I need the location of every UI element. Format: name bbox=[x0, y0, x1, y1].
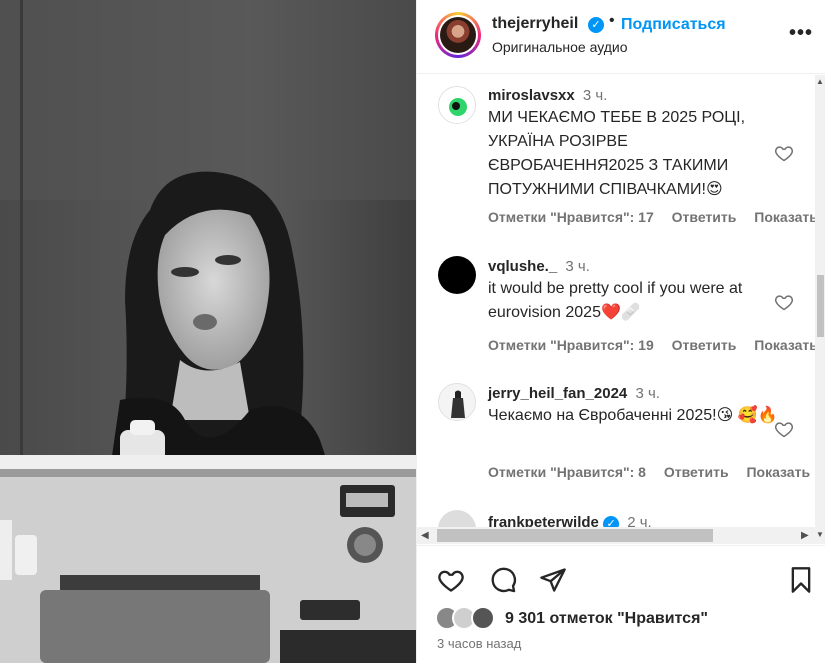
verified-badge-icon: ✓ bbox=[603, 516, 620, 527]
likes-count[interactable]: 9 301 отметок "Нравится" bbox=[505, 610, 708, 628]
follow-button[interactable]: Подписаться bbox=[621, 16, 726, 34]
comment-likes-count[interactable]: Отметки "Нравится": 8 bbox=[488, 464, 646, 480]
comment-time[interactable]: 3 ч. bbox=[583, 87, 608, 104]
comment-time[interactable]: 3 ч. bbox=[565, 258, 590, 275]
comment-username[interactable]: miroslavsxx bbox=[488, 87, 575, 104]
horizontal-scrollbar[interactable]: ◀ ▶ bbox=[417, 527, 815, 544]
post-header: thejerryheil ✓ • Подписаться Оригинально… bbox=[417, 0, 825, 74]
comment-icon[interactable] bbox=[489, 566, 517, 594]
post-footer: 9 301 отметок "Нравится" 3 часов назад bbox=[417, 545, 825, 663]
comment-username[interactable]: jerry_heil_fan_2024 bbox=[488, 385, 627, 402]
comment-time[interactable]: 3 ч. bbox=[635, 385, 660, 402]
show-translation-button[interactable]: Показать bbox=[754, 209, 815, 225]
scroll-down-arrow-icon[interactable]: ▼ bbox=[816, 530, 824, 539]
bookmark-icon[interactable] bbox=[787, 566, 815, 594]
verified-badge-icon: ✓ bbox=[588, 17, 604, 33]
reply-button[interactable]: Ответить bbox=[672, 337, 737, 353]
comment-time[interactable]: 2 ч. bbox=[627, 514, 652, 527]
reply-button[interactable]: Ответить bbox=[672, 209, 737, 225]
likes-row[interactable]: 9 301 отметок "Нравится" bbox=[435, 604, 815, 632]
avatar-picture bbox=[439, 87, 475, 123]
vertical-scrollbar[interactable]: ▲ ▼ bbox=[815, 75, 825, 544]
comment-likes-count[interactable]: Отметки "Нравится": 19 bbox=[488, 337, 654, 353]
scroll-up-arrow-icon[interactable]: ▲ bbox=[816, 77, 824, 86]
comment-item: vqlushe._ 3 ч. it would be pretty cool i… bbox=[417, 253, 815, 363]
comment-avatar[interactable] bbox=[438, 510, 476, 527]
post-timestamp[interactable]: 3 часов назад bbox=[437, 636, 521, 651]
post-photo[interactable] bbox=[0, 0, 416, 663]
audio-label[interactable]: Оригинальное аудио bbox=[492, 39, 628, 55]
liker-avatar bbox=[471, 606, 495, 630]
reply-button[interactable]: Ответить bbox=[664, 464, 729, 480]
paper-plane-icon[interactable] bbox=[539, 566, 567, 594]
comment-text: Чекаємо на Євробаченні 2025!😘 🥰🔥 bbox=[488, 407, 778, 424]
comment-actions: Отметки "Нравится": 8 Ответить Показать bbox=[488, 464, 815, 480]
show-translation-button[interactable]: Показать bbox=[746, 464, 810, 480]
comment-avatar[interactable] bbox=[438, 256, 476, 294]
comment-username[interactable]: vqlushe._ bbox=[488, 258, 557, 275]
separator-dot: • bbox=[609, 12, 615, 29]
comment-likes-count[interactable]: Отметки "Нравится": 17 bbox=[488, 209, 654, 225]
scrollbar-thumb[interactable] bbox=[437, 529, 713, 542]
like-comment-heart-icon[interactable] bbox=[774, 143, 794, 163]
scroll-left-arrow-icon[interactable]: ◀ bbox=[421, 530, 429, 541]
comment-item: miroslavsxx 3 ч. МИ ЧЕКАЄМО ТЕБЕ В 2025 … bbox=[417, 75, 815, 245]
comment-avatar[interactable] bbox=[438, 383, 476, 421]
comments-list[interactable]: miroslavsxx 3 ч. МИ ЧЕКАЄМО ТЕБЕ В 2025 … bbox=[417, 75, 815, 527]
heart-icon[interactable] bbox=[437, 566, 465, 594]
scroll-right-arrow-icon[interactable]: ▶ bbox=[801, 530, 809, 541]
like-comment-heart-icon[interactable] bbox=[774, 292, 794, 312]
comment-avatar[interactable] bbox=[438, 86, 476, 124]
show-translation-button[interactable]: Показать bbox=[754, 337, 815, 353]
avatar-picture bbox=[439, 384, 475, 420]
more-options-icon[interactable]: ••• bbox=[789, 22, 813, 45]
comment-actions: Отметки "Нравится": 17 Ответить Показать bbox=[488, 209, 815, 225]
post-image bbox=[0, 0, 416, 663]
author-avatar[interactable] bbox=[435, 12, 481, 58]
scrollbar-thumb[interactable] bbox=[817, 275, 824, 337]
comment-text: МИ ЧЕКАЄМО ТЕБЕ В 2025 РОЦІ, УКРАЇНА РОЗ… bbox=[488, 109, 746, 198]
author-username[interactable]: thejerryheil bbox=[492, 15, 578, 33]
comment-item: jerry_heil_fan_2024 3 ч. Чекаємо на Євро… bbox=[417, 380, 815, 490]
comment-actions: Отметки "Нравится": 19 Ответить Показать bbox=[488, 337, 815, 353]
post-side-panel: thejerryheil ✓ • Подписаться Оригинально… bbox=[416, 0, 825, 663]
comment-item: frankpeterwilde ✓ 2 ч. bbox=[417, 507, 815, 527]
comment-text: it would be pretty cool if you were at e… bbox=[488, 280, 743, 321]
comment-username[interactable]: frankpeterwilde bbox=[488, 514, 599, 527]
like-comment-heart-icon[interactable] bbox=[774, 419, 794, 439]
